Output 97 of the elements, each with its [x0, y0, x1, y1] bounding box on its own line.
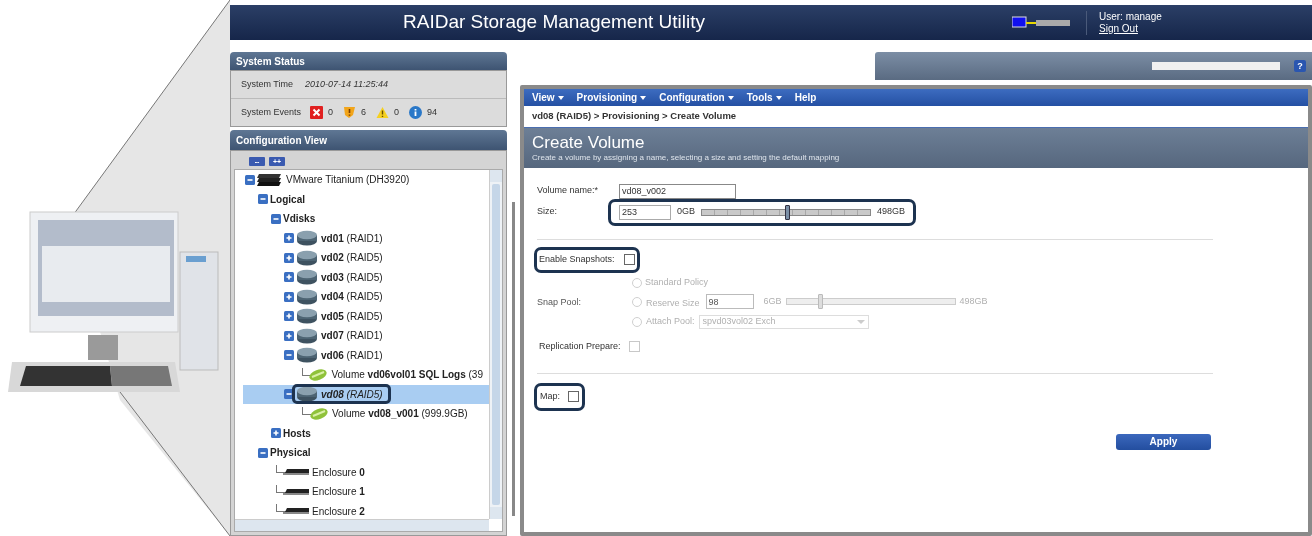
- vertical-scrollbar[interactable]: [489, 170, 502, 519]
- event-count: 6: [361, 105, 367, 119]
- tree-item[interactable]: Hosts: [281, 425, 317, 441]
- expand-toggle-icon[interactable]: [284, 311, 294, 322]
- tree-item[interactable]: Physical: [268, 445, 317, 461]
- tree-item[interactable]: Volume vd06vol01 SQL Logs (39: [306, 367, 489, 383]
- system-events-label: System Events: [241, 105, 302, 119]
- caret-icon: [727, 95, 734, 100]
- field-label: Replication Prepare:: [539, 339, 621, 353]
- volume-name-field[interactable]: vd08_v002: [619, 183, 736, 199]
- page-description: Create a volume by assigning a name, selecting a size and setting the default mapping: [532, 151, 841, 164]
- connection-status-icon: [1012, 15, 1070, 30]
- field-label: Size:: [537, 205, 558, 219]
- field-label: Volume name:*: [537, 184, 600, 198]
- tree-item[interactable]: vd05 (RAID5): [294, 308, 389, 325]
- option-label: Reserve Size: [646, 296, 700, 310]
- enclosure-icon: [283, 507, 309, 516]
- app-title: RAIDar Storage Management Utility: [403, 10, 705, 35]
- tree-item[interactable]: vd04 (RAID5): [294, 288, 389, 305]
- user-label: User: manage: [1099, 10, 1163, 23]
- system-time-label: System Time: [241, 77, 293, 91]
- size-field[interactable]: 253: [619, 204, 671, 220]
- disk-icon: [296, 327, 318, 344]
- panel-title: System Status: [236, 54, 305, 69]
- tree-item[interactable]: vd06 (RAID1): [294, 347, 389, 364]
- map-checkbox[interactable]: [568, 391, 579, 403]
- menu-item[interactable]: Provisioning: [576, 90, 647, 105]
- expand-toggle-icon[interactable]: [284, 291, 294, 302]
- storage-array-icon: [257, 172, 283, 187]
- tree-item[interactable]: Logical: [268, 191, 311, 207]
- collapse-toggle-icon[interactable]: [284, 389, 294, 400]
- info-icon: [409, 106, 423, 119]
- event-count: 94: [427, 105, 438, 119]
- tree-item[interactable]: Volume vd08_v001 (999.9GB): [307, 406, 474, 422]
- tree-item[interactable]: vd01 (RAID1): [294, 230, 389, 247]
- expand-toggle-icon[interactable]: [271, 428, 281, 439]
- panel-title: Configuration View: [236, 133, 327, 148]
- expand-toggle-icon[interactable]: [284, 272, 294, 283]
- enable-snapshots-checkbox[interactable]: [623, 254, 635, 266]
- critical-x-icon: [310, 106, 324, 119]
- expand-toggle-icon[interactable]: [284, 330, 294, 341]
- menu-item[interactable]: Configuration: [659, 90, 734, 105]
- caret-icon: [640, 95, 647, 100]
- slider-max-label: 498GB: [959, 294, 988, 308]
- event-count: 0: [328, 105, 334, 119]
- caret-icon: [856, 319, 865, 324]
- menu-item[interactable]: View: [532, 90, 564, 105]
- slider-min-label: 0GB: [677, 205, 695, 219]
- tree-item[interactable]: vd03 (RAID5): [294, 269, 389, 286]
- event-count: 0: [394, 105, 400, 119]
- search-field[interactable]: [1152, 62, 1280, 70]
- disk-icon: [296, 230, 318, 247]
- tree-item[interactable]: Enclosure 0: [281, 464, 371, 480]
- warning-shield-icon: [343, 106, 357, 119]
- collapse-toggle-icon[interactable]: [258, 447, 268, 458]
- disk-icon: [296, 347, 318, 364]
- volume-icon: [309, 407, 329, 420]
- disk-icon: [296, 308, 318, 325]
- field-label: Enable Snapshots:: [539, 253, 615, 266]
- disk-icon: [296, 249, 318, 266]
- tree-item[interactable]: Enclosure 2: [281, 503, 371, 519]
- volume-icon: [308, 368, 329, 381]
- enclosure-icon: [283, 487, 309, 496]
- horizontal-scrollbar[interactable]: [235, 519, 489, 531]
- option-label: Attach Pool:: [646, 314, 695, 328]
- tree-item[interactable]: vd07 (RAID1): [294, 327, 389, 344]
- expand-toggle-icon[interactable]: [284, 252, 294, 263]
- menu-item[interactable]: Tools: [746, 90, 782, 105]
- tree-item[interactable]: VMware Titanium (DH3920): [255, 172, 416, 188]
- collapse-toggle-icon[interactable]: [258, 194, 268, 205]
- collapse-toggle-icon[interactable]: [284, 350, 294, 361]
- field-label: Snap Pool:: [537, 295, 583, 309]
- disk-icon: [296, 269, 318, 286]
- disk-icon: [296, 288, 318, 305]
- expand-toggle-icon[interactable]: [284, 233, 294, 244]
- tree-item[interactable]: Enclosure 1: [281, 484, 371, 500]
- page-title: Create Volume: [532, 132, 646, 152]
- sign-out-link[interactable]: Sign Out: [1099, 22, 1296, 35]
- system-time-value: 2010-07-14 11:25:44: [305, 77, 388, 91]
- warning-triangle-icon: [376, 106, 390, 119]
- help-button[interactable]: ?: [1294, 60, 1306, 72]
- menu-item[interactable]: Help: [794, 90, 817, 105]
- collapse-toggle-icon[interactable]: [271, 213, 281, 224]
- tree-item[interactable]: Vdisks: [281, 211, 322, 227]
- enclosure-icon: [283, 468, 309, 477]
- caret-icon: [557, 95, 564, 100]
- slider-max-label: 498GB: [877, 205, 906, 219]
- field-label: Map:: [540, 390, 560, 403]
- slider-thumb[interactable]: [785, 204, 791, 220]
- caret-icon: [775, 95, 782, 100]
- collapse-toggle-icon[interactable]: [245, 174, 255, 185]
- breadcrumb: vd08 (RAID5) > Provisioning > Create Volume: [532, 109, 737, 124]
- disk-icon: [296, 386, 318, 403]
- slider-min-label: 6GB: [763, 294, 782, 308]
- option-label: Standard Policy: [645, 275, 709, 289]
- tree-item[interactable]: vd02 (RAID5): [294, 249, 389, 266]
- apply-button[interactable]: Apply: [1116, 433, 1211, 450]
